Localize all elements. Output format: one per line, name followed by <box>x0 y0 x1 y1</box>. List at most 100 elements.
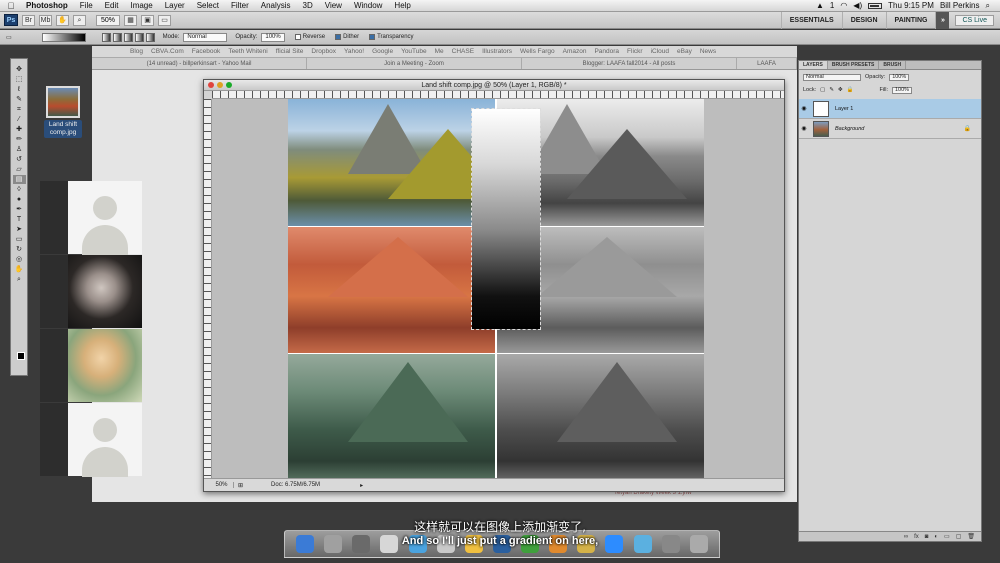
bookmark[interactable]: fficial Site <box>276 48 304 55</box>
menu-analysis[interactable]: Analysis <box>255 1 297 10</box>
dither-checkbox[interactable] <box>335 34 342 40</box>
workspace-painting[interactable]: PAINTING <box>885 11 936 29</box>
menu-view[interactable]: View <box>319 1 348 10</box>
shape-tool-icon[interactable]: ▭ <box>13 235 26 244</box>
tab-layers[interactable]: LAYERS <box>799 61 828 69</box>
zoom-level-dropdown[interactable]: 50% <box>96 14 121 26</box>
cs-live-button[interactable]: CS Live <box>955 14 994 26</box>
status-menu-arrow-icon[interactable]: ▸ <box>360 482 363 489</box>
bookmark[interactable]: Wells Fargo <box>520 48 555 55</box>
image-canvas[interactable] <box>288 99 704 480</box>
minimize-icon[interactable] <box>217 82 223 88</box>
eraser-tool-icon[interactable]: ▱ <box>13 165 26 174</box>
bridge-button[interactable]: Br <box>22 14 35 26</box>
close-icon[interactable] <box>208 82 214 88</box>
volume-icon[interactable]: ◀) <box>853 1 862 10</box>
menu-3d[interactable]: 3D <box>297 1 319 10</box>
bookmark[interactable]: iCloud <box>651 48 669 55</box>
bookmark[interactable]: Pandora <box>594 48 619 55</box>
bookmark[interactable]: Google <box>372 48 393 55</box>
bookmark[interactable]: News <box>700 48 716 55</box>
hand-tool-icon[interactable]: ✋ <box>13 265 26 274</box>
clone-stamp-tool-icon[interactable]: ♙ <box>13 145 26 154</box>
3d-rotate-tool-icon[interactable]: ↻ <box>13 245 26 254</box>
menu-file[interactable]: File <box>74 1 99 10</box>
zoom-tool-icon[interactable]: ⌕ <box>73 14 86 26</box>
foreground-color-swatch[interactable] <box>17 352 25 360</box>
move-tool-icon[interactable]: ✥ <box>13 65 26 74</box>
bookmark[interactable]: Me <box>435 48 444 55</box>
reflected-gradient-icon[interactable] <box>134 32 144 42</box>
canvas-area[interactable] <box>212 99 784 480</box>
tab-brush-presets[interactable]: BRUSH PRESETS <box>828 61 880 69</box>
gradient-tool-icon[interactable]: ▤ <box>12 175 26 184</box>
menu-help[interactable]: Help <box>388 1 416 10</box>
participant-tile[interactable] <box>40 403 142 477</box>
lock-pixels-icon[interactable]: ✎ <box>829 87 834 93</box>
mode-dropdown[interactable]: Normal <box>183 32 228 42</box>
bookmark[interactable]: Amazon <box>563 48 587 55</box>
brush-tool-icon[interactable]: ✏ <box>13 135 26 144</box>
lock-transparent-icon[interactable]: ▢ <box>820 87 825 93</box>
3d-orbit-tool-icon[interactable]: ◎ <box>13 255 26 264</box>
menu-select[interactable]: Select <box>191 1 225 10</box>
opacity-field[interactable]: 100% <box>261 32 285 42</box>
layer-row-layer-1[interactable]: ◉ Layer 1 <box>799 99 981 119</box>
pen-tool-icon[interactable]: ✒ <box>13 205 26 214</box>
zoom-window-icon[interactable] <box>226 82 232 88</box>
blend-mode-dropdown[interactable]: Normal <box>803 73 861 81</box>
zoom-tool-icon[interactable]: ⌕ <box>13 275 26 284</box>
bookmark[interactable]: Yahoo! <box>344 48 364 55</box>
battery-icon[interactable] <box>868 2 883 9</box>
adobe-icon[interactable]: ▲ <box>816 1 824 10</box>
status-zoom[interactable]: 50% <box>210 482 234 488</box>
lock-position-icon[interactable]: ✥ <box>838 87 843 93</box>
fill-field[interactable]: 100% <box>892 86 913 94</box>
menu-app[interactable]: Photoshop <box>22 1 74 10</box>
notification-count[interactable]: 1 <box>830 1 834 10</box>
healing-brush-tool-icon[interactable]: ✚ <box>13 125 26 134</box>
more-workspaces-icon[interactable]: » <box>935 11 950 29</box>
angle-gradient-icon[interactable] <box>123 32 133 42</box>
marquee-tool-icon[interactable]: ⬚ <box>13 75 26 84</box>
quick-select-tool-icon[interactable]: ✎ <box>13 95 26 104</box>
visibility-eye-icon[interactable]: ◉ <box>799 105 809 112</box>
layer-row-background[interactable]: ◉ Background 🔒 <box>799 119 981 139</box>
lasso-tool-icon[interactable]: ℓ <box>13 85 26 94</box>
participant-tile[interactable] <box>40 329 142 402</box>
participant-tile[interactable] <box>40 181 142 255</box>
bookmark[interactable]: Facebook <box>192 48 221 55</box>
browser-tab[interactable]: (14 unread) - billperkinsart - Yahoo Mai… <box>92 58 307 69</box>
bookmark[interactable]: Teeth Whiteni <box>228 48 267 55</box>
bookmark[interactable]: Flickr <box>627 48 643 55</box>
workspace-essentials[interactable]: ESSENTIALS <box>780 11 842 29</box>
bookmark[interactable]: Blog <box>130 48 143 55</box>
browser-tab[interactable]: Blogger: LAAFA fall2014 - All posts <box>522 58 737 69</box>
menu-layer[interactable]: Layer <box>159 1 191 10</box>
menu-image[interactable]: Image <box>124 1 158 10</box>
reverse-checkbox[interactable] <box>294 34 301 40</box>
clock[interactable]: Thu 9:15 PM <box>888 1 934 10</box>
screen-mode-icon[interactable]: ▭ <box>158 14 172 26</box>
hand-tool-icon[interactable]: ✋ <box>56 14 69 26</box>
eyedropper-tool-icon[interactable]: ⁄ <box>13 115 26 124</box>
bookmark[interactable]: Dropbox <box>311 48 336 55</box>
layer-opacity-field[interactable]: 100% <box>889 73 910 81</box>
visibility-eye-icon[interactable]: ◉ <box>799 125 809 132</box>
spotlight-icon[interactable]: ⌕ <box>986 1 990 11</box>
dodge-tool-icon[interactable]: ● <box>13 195 26 204</box>
document-title-bar[interactable]: Land shift comp.jpg @ 50% (Layer 1, RGB/… <box>204 80 784 91</box>
mini-bridge-button[interactable]: Mb <box>39 14 52 26</box>
desktop-file[interactable]: Land shift comp.jpg <box>44 86 82 138</box>
path-selection-tool-icon[interactable]: ➤ <box>13 225 26 234</box>
linear-gradient-icon[interactable] <box>101 32 111 42</box>
horizontal-ruler[interactable] <box>212 91 784 99</box>
radial-gradient-icon[interactable] <box>112 32 122 42</box>
gradient-preview[interactable] <box>41 32 86 42</box>
bookmark[interactable]: eBay <box>677 48 692 55</box>
participant-tile[interactable] <box>40 255 142 328</box>
user-name[interactable]: Bill Perkins <box>940 1 980 10</box>
tab-brush[interactable]: BRUSH <box>879 61 907 69</box>
arrange-documents-icon[interactable]: ▣ <box>141 14 155 26</box>
gradient-selection[interactable] <box>471 108 541 330</box>
